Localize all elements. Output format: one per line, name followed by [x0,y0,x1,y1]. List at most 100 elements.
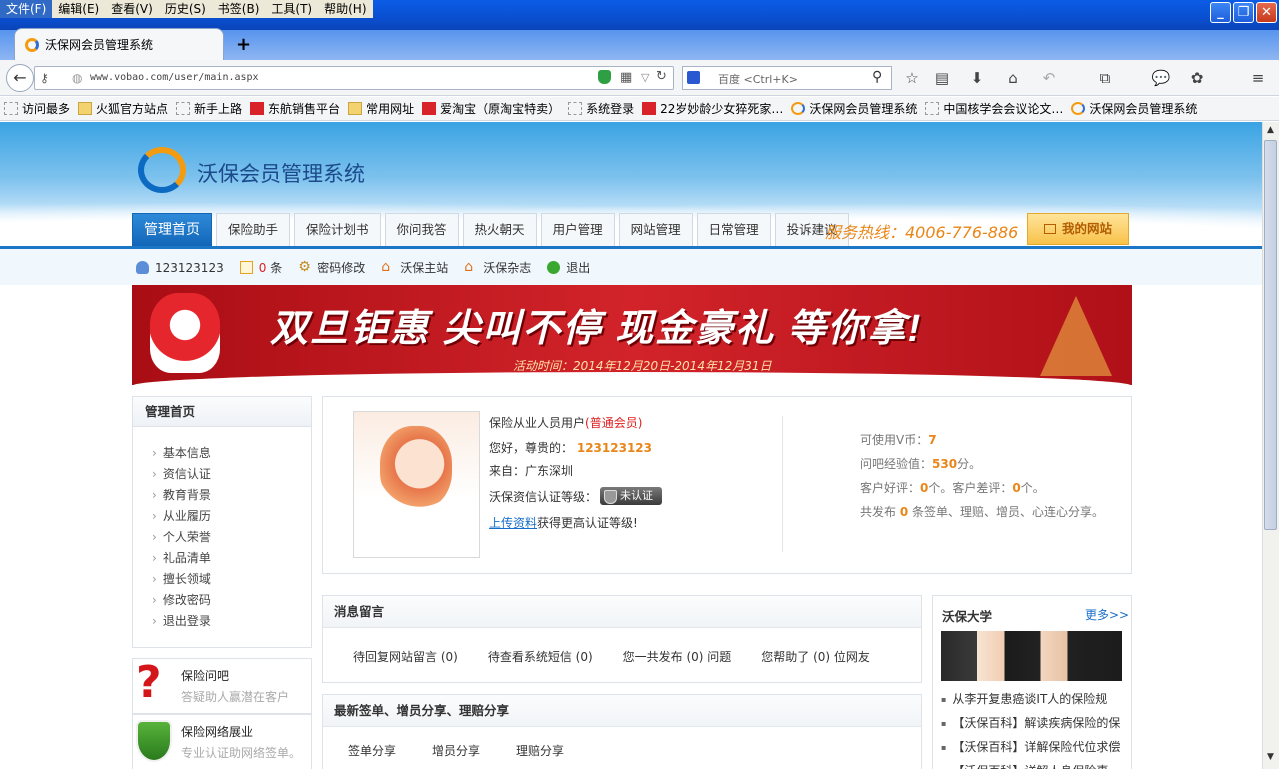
maximize-button[interactable]: ❐ [1233,2,1254,23]
santa-illustration [150,293,220,373]
menu-edit[interactable]: 编辑(E) [52,0,105,18]
question-mark-icon: ? [136,657,162,708]
sidebar-item-gifts[interactable]: 礼品清单 [152,549,211,570]
nav-daily-management[interactable]: 日常管理 [696,213,771,247]
search-placeholder[interactable]: 百度 <Ctrl+K> [718,71,798,87]
system-messages-link[interactable]: 待查看系统短信 (0) [488,648,593,665]
promo-qa-title[interactable]: 保险问吧 [181,667,229,684]
scrollbar-thumb[interactable] [1264,140,1277,530]
nav-insurance-plan[interactable]: 保险计划书 [294,213,381,247]
bookmark-item[interactable]: 系统登录 [568,100,634,117]
tab-claims-share[interactable]: 理赔分享 [516,742,564,759]
search-icon[interactable]: ⚲ [872,69,882,85]
sidebar-item-honors[interactable]: 个人荣誉 [152,528,211,549]
site-icon [1071,102,1086,115]
bookmark-item[interactable]: 常用网址 [348,100,414,117]
sidebar-item-education[interactable]: 教育背景 [152,486,211,507]
reading-list-icon[interactable]: ▤ [932,68,952,88]
article-link[interactable]: 【沃保百科】详解保险代位求偿 [941,737,1121,761]
home-icon: ⌂ [381,259,391,275]
nav-site-management[interactable]: 网站管理 [618,213,693,247]
sidebar-item-change-password[interactable]: 修改密码 [152,591,211,612]
undo-icon[interactable]: ↶ [1039,68,1059,88]
username-item[interactable]: 123123123 [136,259,224,276]
magazine-link[interactable]: ⌂ 沃保杂志 [464,259,531,276]
chat-icon[interactable]: 💬 [1151,68,1171,88]
bookmark-item[interactable]: 火狐官方站点 [78,100,168,117]
main-site-link[interactable]: ⌂ 沃保主站 [381,259,448,276]
bookmark-item[interactable]: 沃保网会员管理系统 [1071,100,1197,117]
reload-icon[interactable]: ↻ [656,69,667,84]
sidebar-item-basic-info[interactable]: 基本信息 [152,444,211,465]
site-logo-icon[interactable] [138,147,186,193]
scroll-down-icon[interactable]: ▼ [1263,752,1278,768]
tab-recruit-share[interactable]: 增员分享 [432,742,480,759]
menu-tools[interactable]: 工具(T) [265,0,318,18]
extension-icon[interactable]: ✿ [1187,68,1207,88]
bookmark-icon [4,102,18,115]
close-window-button[interactable]: ✕ [1256,2,1277,23]
nav-hot[interactable]: 热火朝天 [462,213,537,247]
bookmark-item[interactable]: 新手上路 [176,100,242,117]
pending-replies-link[interactable]: 待回复网站留言 (0) [353,648,458,665]
my-questions-link[interactable]: 您一共发布 (0) 问题 [623,648,732,665]
hamburger-menu-icon[interactable]: ≡ [1248,68,1268,88]
bookmark-item[interactable]: 中国核学会会议论文… [925,100,1063,117]
my-site-button[interactable]: 我的网站 [1027,213,1129,245]
nav-qa[interactable]: 你问我答 [384,213,459,247]
bookmark-item[interactable]: 东航销售平台 [250,100,340,117]
menu-view[interactable]: 查看(V) [105,0,159,18]
dropdown-arrow-icon[interactable]: ▽ [641,71,649,84]
baidu-icon[interactable] [687,71,700,84]
user-icon [136,261,149,274]
university-title: 沃保大学 [942,609,993,624]
menu-bookmarks[interactable]: 书签(B) [212,0,266,18]
helped-users-link[interactable]: 您帮助了 (0) 位网友 [761,648,870,665]
sidebar-item-work-history[interactable]: 从业履历 [152,507,211,528]
home-icon[interactable]: ⌂ [1003,68,1023,88]
globe-icon: ◍ [72,71,83,85]
article-link[interactable]: 【沃保百科】详解人身保险事 [941,761,1121,769]
qr-code-icon[interactable]: ▦ [620,70,632,85]
shield-icon[interactable] [598,70,611,84]
nav-user-management[interactable]: 用户管理 [540,213,615,247]
upload-link[interactable]: 上传资料 [489,516,537,530]
crop-icon[interactable]: ⧉ [1095,68,1115,88]
article-link[interactable]: 从李开复患癌谈IT人的保险规 [941,689,1121,713]
certified-shield-icon [136,720,172,762]
rating-stat: 客户好评：0个。客户差评：0个。 [860,481,1045,495]
back-button[interactable]: ← [6,64,34,92]
menu-file[interactable]: 文件(F) [0,0,53,18]
bookmark-item[interactable]: 沃保网会员管理系统 [791,100,917,117]
sidebar-item-expertise[interactable]: 擅长领域 [152,570,211,591]
sidebar-item-credit-cert[interactable]: 资信认证 [152,465,211,486]
upload-prompt: 上传资料获得更高认证等级! [489,516,638,530]
article-link[interactable]: 【沃保百科】解读疾病保险的保 [941,713,1121,737]
new-tab-button[interactable]: + [236,34,251,55]
logout-icon [547,261,561,274]
share-panel-title: 最新签单、增员分享、理赔分享 [323,695,921,727]
sidebar-item-logout[interactable]: 退出登录 [152,612,211,633]
bookmark-star-icon[interactable]: ☆ [902,68,922,88]
minimize-button[interactable]: _ [1210,2,1231,23]
tab-sales-share[interactable]: 签单分享 [348,742,396,759]
messages-item[interactable]: 0 条 [239,259,282,276]
taobao-icon [422,102,437,115]
service-hotline: 服务热线：4006-776-886 [825,223,1019,242]
download-icon[interactable]: ⬇ [967,68,987,88]
browser-tab[interactable]: 沃保网会员管理系统 [14,28,224,60]
url-text[interactable]: www.vobao.com/user/main.aspx [90,72,259,83]
scroll-up-icon[interactable]: ▲ [1263,125,1278,141]
nav-home[interactable]: 管理首页 [132,213,212,247]
bookmark-item[interactable]: 22岁妙龄少女猝死家… [642,100,783,117]
bookmark-item[interactable]: 爱淘宝（原淘宝特卖） [422,100,560,117]
menu-help[interactable]: 帮助(H) [318,0,372,18]
nav-insurance-assistant[interactable]: 保险助手 [216,213,291,247]
university-more-link[interactable]: 更多>> [1085,606,1129,623]
menu-history[interactable]: 历史(S) [159,0,212,18]
bookmark-item[interactable]: 访问最多 [4,100,70,117]
change-password-link[interactable]: ⚙ 密码修改 [298,259,365,276]
graduates-photo[interactable] [941,631,1122,681]
promo-network-title[interactable]: 保险网络展业 [181,723,253,740]
logout-link[interactable]: 退出 [547,259,590,276]
